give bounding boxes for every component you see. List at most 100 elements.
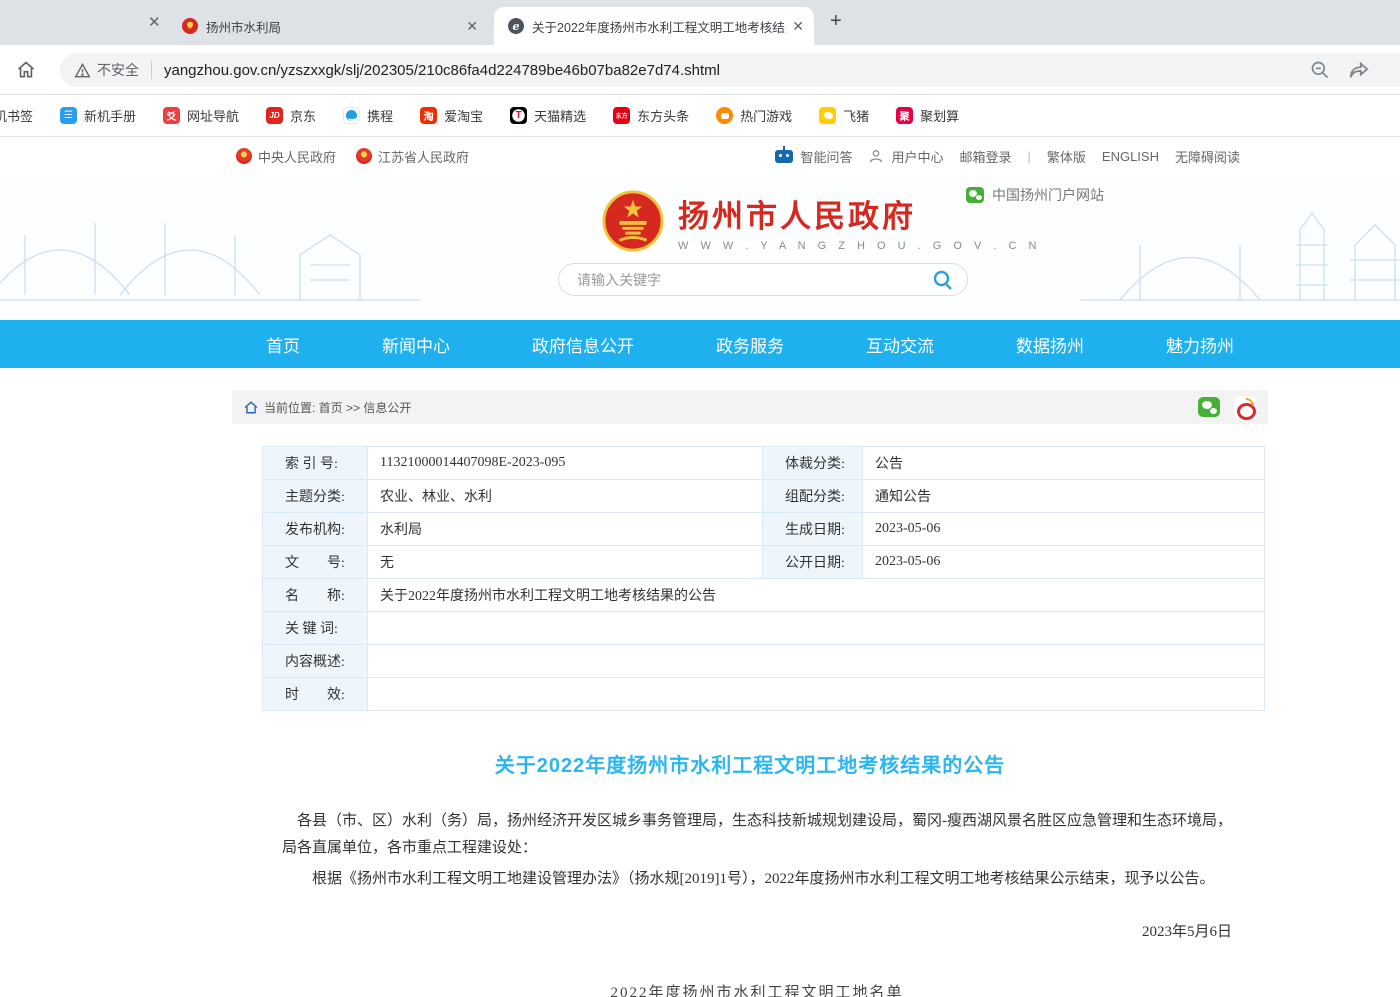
zoom-out-icon[interactable] xyxy=(1310,60,1330,80)
site-banner: 扬州市人民政府 W W W . Y A N G Z H O U . G O V … xyxy=(0,175,1400,320)
nav-charming-yangzhou[interactable]: 魅力扬州 xyxy=(1166,332,1234,357)
list-title: 2022年度扬州市水利工程文明工地名单 xyxy=(282,980,1232,997)
browser-tab-bar: ✕ ★ 扬州市水利局 ✕ e 关于2022年度扬州市水利工程文明工地考核结果的公… xyxy=(0,0,1400,45)
ctrip-dolphin-icon xyxy=(343,107,360,124)
meta-value: 通知公告 xyxy=(863,480,1265,513)
eastday-icon: 东方 xyxy=(613,107,630,124)
address-bar[interactable]: 不安全 yangzhou.gov.cn/yzszxxgk/slj/202305/… xyxy=(60,53,1400,87)
person-icon xyxy=(868,148,884,164)
link-traditional-chinese[interactable]: 繁体版 xyxy=(1047,147,1086,166)
new-tab-button[interactable]: + xyxy=(830,10,842,33)
link-user-center[interactable]: 用户中心 xyxy=(868,147,943,166)
meta-label: 文 号: xyxy=(263,546,368,579)
taobao-icon: 淘 xyxy=(420,107,437,124)
jd-icon: JD xyxy=(266,107,283,124)
wechat-icon xyxy=(966,187,984,203)
link-mail-login[interactable]: 邮箱登录 xyxy=(959,147,1011,166)
home-icon xyxy=(244,401,258,414)
tab-title: 关于2022年度扬州市水利工程文明工地考核结果的公告 xyxy=(532,17,786,36)
meta-value xyxy=(368,678,1265,711)
hot-games-icon xyxy=(716,107,733,124)
national-emblem-icon xyxy=(602,190,664,252)
meta-value: 农业、林业、水利 xyxy=(368,480,763,513)
nav-gov-info-disclosure[interactable]: 政府信息公开 xyxy=(532,332,634,357)
nav-home[interactable]: 首页 xyxy=(266,332,300,357)
nav-gov-services[interactable]: 政务服务 xyxy=(716,332,784,357)
bookmark-hot-games[interactable]: 热门游戏 xyxy=(716,106,792,125)
article-paragraph: 各县（市、区）水利（务）局，扬州经济开发区城乡事务管理局，生态科技新城规划建设局… xyxy=(282,808,1232,862)
main-navigation: 首页 新闻中心 政府信息公开 政务服务 互动交流 数据扬州 魅力扬州 xyxy=(0,320,1400,368)
weibo-share-icon[interactable] xyxy=(1234,396,1256,418)
bookmark-eastday[interactable]: 东方 东方头条 xyxy=(613,106,689,125)
article-body: 各县（市、区）水利（务）局，扬州经济开发区城乡事务管理局，生态科技新城规划建设局… xyxy=(232,808,1268,997)
nav-news-center[interactable]: 新闻中心 xyxy=(382,332,450,357)
site-nav-icon: 爻 xyxy=(163,107,180,124)
nav-interaction[interactable]: 互动交流 xyxy=(866,332,934,357)
meta-label: 生成日期: xyxy=(763,513,863,546)
divider xyxy=(151,61,152,79)
meta-value: 11321000014407098E-2023-095 xyxy=(368,447,763,480)
meta-value: 公告 xyxy=(863,447,1265,480)
tab-yangzhou-water-bureau[interactable]: ★ 扬州市水利局 ✕ xyxy=(168,7,488,45)
site-favicon-icon: e xyxy=(508,18,524,34)
bookmark-jd[interactable]: JD 京东 xyxy=(266,106,316,125)
bookmark-fliggy[interactable]: 飞猪 xyxy=(819,106,869,125)
gov-emblem-icon xyxy=(356,148,372,164)
bookmark-tmall[interactable]: T 天猫精选 xyxy=(510,106,586,125)
bookmarks-bar: 机书签 ☰ 新机手册 爻 网址导航 JD 京东 携程 淘 爱淘宝 T 天猫精选 … xyxy=(0,95,1400,137)
table-row: 内容概述: xyxy=(263,645,1265,678)
meta-value: 无 xyxy=(368,546,763,579)
bookmark-manual[interactable]: ☰ 新机手册 xyxy=(60,106,136,125)
meta-label: 时 效: xyxy=(263,678,368,711)
table-row: 关 键 词: xyxy=(263,612,1265,645)
breadcrumb: 当前位置: 首页 >> 信息公开 xyxy=(232,390,1268,424)
article-title: 关于2022年度扬州市水利工程文明工地考核结果的公告 xyxy=(232,749,1268,778)
close-icon[interactable]: ✕ xyxy=(466,18,478,35)
tab-active-announcement[interactable]: e 关于2022年度扬州市水利工程文明工地考核结果的公告 ✕ xyxy=(494,7,814,45)
home-icon[interactable] xyxy=(12,56,40,84)
meta-label: 名 称: xyxy=(263,579,368,612)
tab-title: 扬州市水利局 xyxy=(206,17,460,36)
site-search xyxy=(558,263,968,296)
link-central-government[interactable]: 中央人民政府 xyxy=(236,147,336,166)
gov-links-bar: 中央人民政府 江苏省人民政府 智能问答 用户中心 邮箱登录 | xyxy=(0,137,1400,175)
table-row: 时 效: xyxy=(263,678,1265,711)
table-row: 索 引 号: 11321000014407098E-2023-095 体裁分类:… xyxy=(263,447,1265,480)
document-meta-table: 索 引 号: 11321000014407098E-2023-095 体裁分类:… xyxy=(262,446,1265,711)
not-secure-warning-icon xyxy=(74,63,91,78)
bookmark-taobao[interactable]: 淘 爱淘宝 xyxy=(420,106,483,125)
nav-data-yangzhou[interactable]: 数据扬州 xyxy=(1016,332,1084,357)
bookmark-site-nav[interactable]: 爻 网址导航 xyxy=(163,106,239,125)
search-icon[interactable] xyxy=(931,268,955,292)
link-english[interactable]: ENGLISH xyxy=(1102,149,1159,164)
site-url: W W W . Y A N G Z H O U . G O V . C N xyxy=(678,240,1041,252)
tmall-icon: T xyxy=(510,107,527,124)
bookmark-phone-bookmarks[interactable]: 机书签 xyxy=(0,106,33,125)
link-accessibility[interactable]: 无障碍阅读 xyxy=(1175,147,1240,166)
meta-label: 主题分类: xyxy=(263,480,368,513)
breadcrumb-path[interactable]: 当前位置: 首页 >> 信息公开 xyxy=(264,399,411,416)
bookmark-ctrip[interactable]: 携程 xyxy=(343,106,393,125)
link-smart-qa[interactable]: 智能问答 xyxy=(775,147,852,166)
table-row: 主题分类: 农业、林业、水利 组配分类: 通知公告 xyxy=(263,480,1265,513)
juhuasuan-icon: 聚 xyxy=(896,107,913,124)
share-icon[interactable] xyxy=(1348,60,1370,80)
gov-emblem-favicon-icon: ★ xyxy=(182,18,198,34)
search-input[interactable] xyxy=(577,272,931,288)
meta-label: 组配分类: xyxy=(763,480,863,513)
close-icon[interactable]: ✕ xyxy=(148,13,161,31)
article-date: 2023年5月6日 xyxy=(282,919,1232,946)
wechat-share-icon[interactable] xyxy=(1198,397,1220,417)
meta-label: 内容概述: xyxy=(263,645,368,678)
link-jiangsu-government[interactable]: 江苏省人民政府 xyxy=(356,147,469,166)
close-icon[interactable]: ✕ xyxy=(792,18,804,35)
table-row: 名 称: 关于2022年度扬州市水利工程文明工地考核结果的公告 xyxy=(263,579,1265,612)
bookmark-juhuasuan[interactable]: 聚 聚划算 xyxy=(896,106,959,125)
url-text[interactable]: yangzhou.gov.cn/yzszxxgk/slj/202305/210c… xyxy=(164,62,1310,79)
meta-label: 索 引 号: xyxy=(263,447,368,480)
meta-label: 发布机构: xyxy=(263,513,368,546)
manual-icon: ☰ xyxy=(60,107,77,124)
portal-link[interactable]: 中国扬州门户网站 xyxy=(966,185,1104,205)
meta-label: 关 键 词: xyxy=(263,612,368,645)
table-row: 文 号: 无 公开日期: 2023-05-06 xyxy=(263,546,1265,579)
